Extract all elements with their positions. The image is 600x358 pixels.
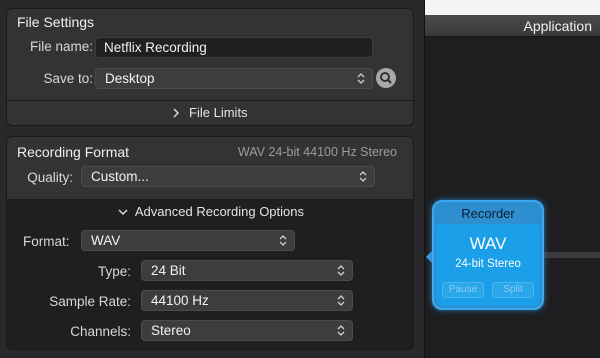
quality-label: Quality:	[27, 170, 73, 185]
chevron-updown-icon	[337, 325, 345, 336]
recorder-title: Recorder	[461, 206, 515, 221]
advanced-options-area: Advanced Recording Options Format: WAV T…	[7, 199, 413, 349]
file-limits-divider	[7, 100, 413, 101]
recorder-body: WAV 24-bit Stereo Pause Split	[436, 224, 540, 306]
sample-rate-popup[interactable]: 44100 Hz	[141, 290, 353, 311]
quality-popup[interactable]: Custom...	[81, 166, 375, 187]
file-limits-disclosure[interactable]: File Limits	[7, 105, 413, 120]
sample-rate-value: 44100 Hz	[151, 293, 209, 308]
application-header: Application	[425, 15, 600, 37]
settings-panel: File Settings File name: Netflix Recordi…	[0, 0, 425, 358]
file-settings-section: File Settings File name: Netflix Recordi…	[6, 8, 414, 126]
channels-popup[interactable]: Stereo	[141, 320, 353, 341]
file-limits-label: File Limits	[189, 105, 248, 120]
save-to-popup[interactable]: Desktop	[95, 68, 373, 89]
type-popup[interactable]: 24 Bit	[141, 260, 353, 281]
format-label: Format:	[23, 234, 70, 249]
reveal-folder-button[interactable]	[376, 68, 396, 88]
chevron-updown-icon	[279, 235, 287, 246]
chevron-updown-icon	[337, 295, 345, 306]
pause-button[interactable]: Pause	[442, 282, 484, 298]
channels-value: Stereo	[151, 323, 191, 338]
save-to-label: Save to:	[43, 71, 93, 86]
chevron-updown-icon	[359, 171, 367, 182]
advanced-options-label: Advanced Recording Options	[134, 204, 304, 219]
split-button[interactable]: Split	[492, 282, 534, 298]
chevron-updown-icon	[357, 73, 365, 84]
format-popup[interactable]: WAV	[81, 230, 295, 251]
type-value: 24 Bit	[151, 263, 186, 278]
recording-format-summary: WAV 24-bit 44100 Hz Stereo	[237, 145, 397, 159]
application-title: Application	[523, 18, 593, 34]
advanced-options-disclosure[interactable]: Advanced Recording Options	[7, 204, 413, 219]
chevron-updown-icon	[337, 265, 345, 276]
chevron-right-icon	[173, 108, 180, 118]
recorder-format: WAV	[469, 234, 507, 253]
type-label: Type:	[97, 264, 131, 279]
application-top-strip	[425, 0, 600, 15]
file-name-field[interactable]: Netflix Recording	[95, 37, 373, 58]
chevron-down-icon	[118, 209, 128, 216]
file-name-label: File name:	[29, 39, 93, 54]
application-track-line	[540, 252, 600, 258]
recorder-widget[interactable]: Recorder WAV 24-bit Stereo Pause Split	[432, 200, 544, 310]
recording-format-title: Recording Format	[17, 144, 130, 160]
file-name-value: Netflix Recording	[104, 40, 207, 55]
sample-rate-label: Sample Rate:	[49, 294, 131, 309]
save-to-value: Desktop	[105, 71, 155, 86]
file-settings-title: File Settings	[17, 14, 95, 30]
recorder-detail: 24-bit Stereo	[455, 258, 521, 270]
recording-format-section: Recording Format WAV 24-bit 44100 Hz Ste…	[6, 136, 414, 350]
format-value: WAV	[91, 233, 121, 248]
quality-value: Custom...	[91, 169, 149, 184]
magnifier-icon	[380, 72, 392, 84]
channels-label: Channels:	[70, 324, 131, 339]
